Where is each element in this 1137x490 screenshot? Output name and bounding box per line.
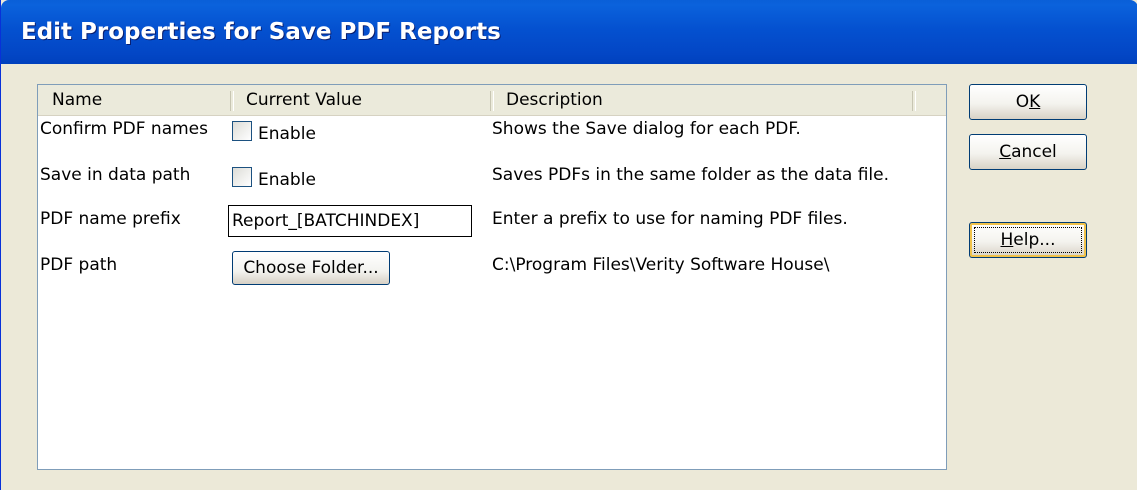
row-name-confirm-pdf-names: Confirm PDF names: [40, 119, 208, 139]
row-name-pdf-name-prefix: PDF name prefix: [40, 209, 181, 229]
help-button-label: Help...: [1000, 230, 1056, 250]
edit-properties-dialog: Edit Properties for Save PDF Reports Nam…: [0, 0, 1137, 490]
help-button[interactable]: Help...: [969, 222, 1087, 258]
row-description-pdf-name-prefix: Enter a prefix to use for naming PDF fil…: [492, 209, 848, 229]
choose-folder-button[interactable]: Choose Folder...: [232, 251, 390, 285]
column-header-description[interactable]: Description: [492, 85, 912, 115]
confirm-pdf-names-checkbox-label[interactable]: Enable: [258, 124, 316, 144]
row-description-confirm-pdf-names: Shows the Save dialog for each PDF.: [492, 119, 801, 139]
cancel-button-label: Cancel: [999, 142, 1057, 162]
row-name-pdf-path: PDF path: [40, 255, 118, 275]
ok-button-label: OK: [1015, 92, 1041, 112]
properties-list: Name Current Value Description Confirm P…: [37, 84, 947, 470]
dialog-title: Edit Properties for Save PDF Reports: [21, 19, 501, 45]
cancel-button[interactable]: Cancel: [969, 134, 1087, 170]
confirm-pdf-names-checkbox[interactable]: [232, 121, 252, 141]
save-in-data-path-checkbox-label[interactable]: Enable: [258, 170, 316, 190]
column-divider[interactable]: [912, 91, 916, 111]
row-description-save-in-data-path: Saves PDFs in the same folder as the dat…: [492, 165, 889, 185]
column-header-current-value[interactable]: Current Value: [232, 85, 490, 115]
list-header: Name Current Value Description: [38, 85, 946, 116]
row-description-pdf-path: C:\Program Files\Verity Software House\: [492, 255, 830, 275]
title-bar[interactable]: Edit Properties for Save PDF Reports: [1, 0, 1137, 64]
ok-button[interactable]: OK: [969, 84, 1087, 120]
row-name-save-in-data-path: Save in data path: [40, 165, 191, 185]
column-header-name[interactable]: Name: [38, 85, 230, 115]
pdf-name-prefix-input[interactable]: Report_[BATCHINDEX]: [228, 205, 472, 237]
save-in-data-path-checkbox[interactable]: [232, 167, 252, 187]
